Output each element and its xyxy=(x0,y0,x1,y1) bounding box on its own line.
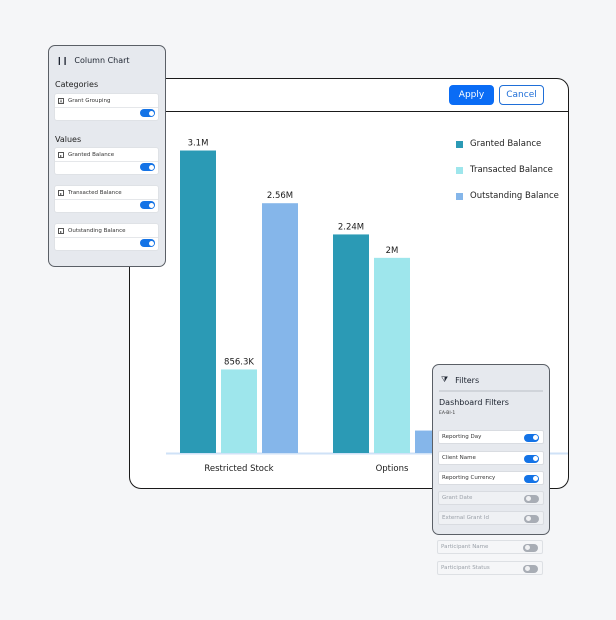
filters-panel: ⧩ Filters Dashboard Filters EA-BI-1 Repo… xyxy=(432,364,550,535)
legend-swatch xyxy=(456,166,463,174)
filter-row-grant-date[interactable]: Grant Date xyxy=(438,491,544,505)
panel-title: ❙❙ Column Chart xyxy=(56,56,130,65)
filters-title: ⧩ Filters xyxy=(441,375,479,385)
value-field-card[interactable]: ▸ Outstanding Balance xyxy=(54,223,159,251)
data-label: 3.1M xyxy=(188,139,209,149)
participant-status-toggle[interactable] xyxy=(523,564,538,573)
reporting-currency-toggle[interactable] xyxy=(524,474,539,483)
grant-grouping-toggle[interactable] xyxy=(140,109,155,117)
bar-chart-icon: ❙❙ xyxy=(56,56,68,65)
field-label: Granted Balance xyxy=(68,151,115,158)
value-field-card[interactable]: ▸ Transacted Balance xyxy=(54,185,159,213)
bar-transacted-balance[interactable] xyxy=(374,257,410,453)
bar-granted-balance[interactable] xyxy=(180,150,216,454)
panel-title-text: Column Chart xyxy=(74,56,130,65)
legend-label: Outstanding Balance xyxy=(470,191,559,201)
value-field-card[interactable]: ▸ Granted Balance xyxy=(54,147,159,175)
legend-item[interactable]: Outstanding Balance xyxy=(456,183,559,209)
funnel-icon: ⧩ xyxy=(441,375,449,384)
legend-item[interactable]: Transacted Balance xyxy=(456,157,559,183)
filter-label: Client Name xyxy=(442,455,476,461)
legend-label: Granted Balance xyxy=(470,139,542,149)
grant-date-toggle[interactable] xyxy=(524,494,539,503)
filter-row-participant-name[interactable]: Participant Name xyxy=(437,540,543,554)
filter-row-client-name[interactable]: Client Name xyxy=(438,451,544,465)
filter-row-participant-status[interactable]: Participant Status xyxy=(437,561,543,575)
dashboard-code: EA-BI-1 xyxy=(439,411,456,416)
legend-swatch xyxy=(456,140,463,148)
field-label: Transacted Balance xyxy=(68,189,122,196)
bar-granted-balance[interactable] xyxy=(333,234,369,453)
legend-label: Transacted Balance xyxy=(470,165,553,175)
field-label: Grant Grouping xyxy=(68,97,111,104)
filter-label: Grant Date xyxy=(442,495,473,501)
filters-title-text: Filters xyxy=(455,375,480,385)
x-tick-label: Options xyxy=(376,464,409,474)
legend-item[interactable]: Granted Balance xyxy=(456,131,559,157)
legend-swatch xyxy=(456,192,463,200)
data-label: 2.24M xyxy=(338,222,364,232)
bar-outstanding-balance[interactable] xyxy=(262,203,298,453)
filter-label: External Grant Id xyxy=(442,515,489,521)
granted-balance-toggle[interactable] xyxy=(140,163,155,171)
external-grant-id-toggle[interactable] xyxy=(524,514,539,523)
numeric-field-icon: ▸ xyxy=(58,227,64,234)
transacted-balance-toggle[interactable] xyxy=(140,201,155,209)
values-label: Values xyxy=(55,135,82,144)
categories-label: Categories xyxy=(55,80,99,89)
dashboard-filters-heading: Dashboard Filters xyxy=(439,398,509,407)
column-chart-panel: ❙❙ Column Chart Categories A Grant Groupi… xyxy=(48,45,166,267)
data-label: 2M xyxy=(386,246,399,256)
numeric-field-icon: ▸ xyxy=(58,151,64,158)
client-name-toggle[interactable] xyxy=(524,454,539,463)
filter-label: Reporting Currency xyxy=(442,475,496,481)
x-tick-label: Restricted Stock xyxy=(204,464,273,474)
category-field-card[interactable]: A Grant Grouping xyxy=(54,93,159,121)
participant-name-toggle[interactable] xyxy=(523,543,538,552)
field-label: Outstanding Balance xyxy=(68,227,126,234)
data-label: 2.56M xyxy=(267,191,293,201)
filter-row-reporting-day[interactable]: Reporting Day xyxy=(438,430,544,444)
chart-legend: Granted Balance Transacted Balance Outstan… xyxy=(456,131,559,209)
data-label: 856.3K xyxy=(224,357,254,367)
bar-transacted-balance[interactable] xyxy=(221,369,257,453)
filter-label: Reporting Day xyxy=(442,434,482,440)
filter-row-external-grant-id[interactable]: External Grant Id xyxy=(438,511,544,525)
reporting-day-toggle[interactable] xyxy=(524,433,539,442)
outstanding-balance-toggle[interactable] xyxy=(140,239,155,247)
text-field-icon: A xyxy=(58,97,64,104)
filter-row-reporting-currency[interactable]: Reporting Currency xyxy=(438,471,544,485)
numeric-field-icon: ▸ xyxy=(58,189,64,196)
divider xyxy=(439,390,543,392)
filter-label: Participant Name xyxy=(441,544,489,550)
filter-label: Participant Status xyxy=(441,565,490,571)
